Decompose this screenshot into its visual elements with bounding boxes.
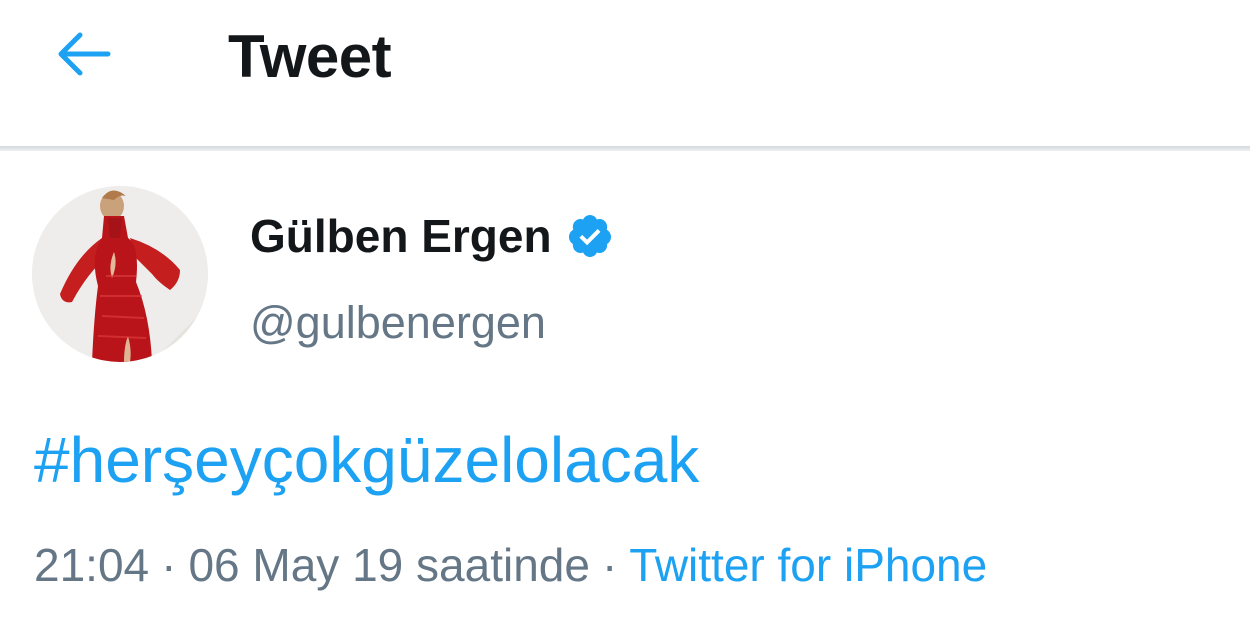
header-divider [0, 146, 1250, 151]
page-title: Tweet [228, 23, 392, 90]
arrow-left-icon [58, 32, 111, 76]
separator: · [601, 539, 618, 591]
separator: · [161, 539, 177, 591]
tweet-date: 06 May 19 saatinde [188, 539, 590, 591]
tweet-meta: 21:04 · 06 May 19 saatinde · Twitter for iPh… [34, 536, 987, 594]
back-button[interactable] [50, 25, 116, 83]
tweet-hashtag-link[interactable]: #herşeyçokgüzelolacak [34, 420, 699, 500]
user-handle[interactable]: @gulbenergen [250, 295, 546, 351]
top-app-bar: Tweet [0, 0, 1250, 146]
author-name-row[interactable]: Gülben Ergen [250, 205, 614, 267]
verified-badge-icon [566, 212, 614, 260]
tweet-source-link[interactable]: Twitter for iPhone [629, 539, 987, 591]
avatar[interactable] [32, 186, 208, 362]
avatar-image [32, 186, 208, 362]
tweet-time: 21:04 [34, 539, 150, 591]
display-name[interactable]: Gülben Ergen [250, 205, 552, 267]
